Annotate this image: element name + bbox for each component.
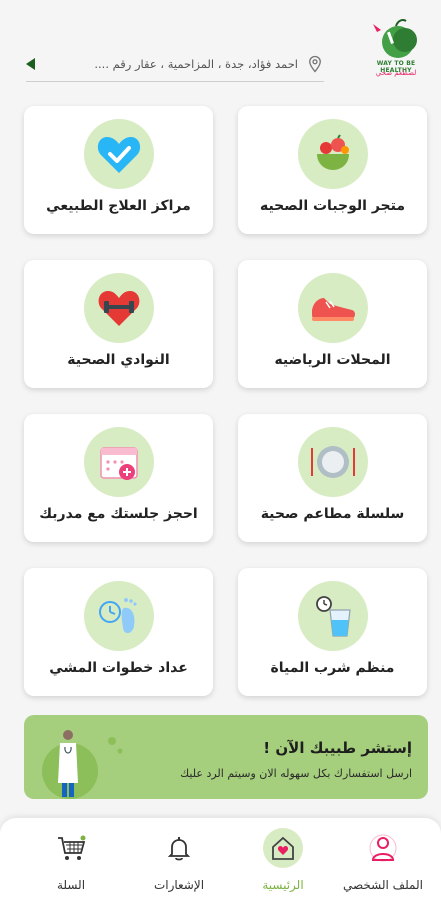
service-card-trainer-session[interactable]: احجز جلستك مع مدربك [24, 414, 213, 542]
logo-text-ar: لصطعم صحي [375, 69, 417, 77]
back-arrow-icon[interactable] [26, 57, 35, 70]
nav-label: الرئيسية [262, 878, 304, 892]
consult-description: ارسل استفسارك بكل سهوله الان وسيتم الرد … [180, 767, 412, 780]
calendar-add-icon [84, 427, 154, 497]
service-card-restaurants[interactable]: سلسلة مطاعم صحية [238, 414, 427, 542]
profile-icon [363, 828, 403, 868]
cart-icon [51, 828, 91, 868]
nav-item-cart[interactable]: السلة [21, 828, 121, 898]
service-label: متجر الوجبات الصحيه [259, 198, 406, 214]
nav-item-profile[interactable]: الملف الشخصي [333, 828, 433, 898]
service-label: المحلات الرياضيه [274, 352, 391, 368]
bell-icon [159, 828, 199, 868]
consult-doctor-banner[interactable]: إستشر طبيبك الآن ! ارسل استفسارك بكل سهو… [24, 715, 428, 799]
location-text: احمد فؤاد، جدة ، المزاحمية ، عقار رقم ..… [94, 56, 298, 71]
plate-fork-knife-icon [298, 427, 368, 497]
service-label: سلسلة مطاعم صحية [260, 506, 405, 522]
service-card-healthy-meals[interactable]: متجر الوجبات الصحيه [238, 106, 427, 234]
home-heart-icon [263, 828, 303, 868]
location-selector[interactable]: احمد فؤاد، جدة ، المزاحمية ، عقار رقم ..… [26, 46, 324, 82]
sneaker-icon [298, 273, 368, 343]
dumbbell-heart-icon [84, 273, 154, 343]
service-card-health-clubs[interactable]: النوادي الصحية [24, 260, 213, 388]
service-card-water-reminder[interactable]: منظم شرب المياة [238, 568, 427, 696]
water-glass-timer-icon [298, 581, 368, 651]
app-logo: WAY TO BE HEALTHY لصطعم صحي [365, 16, 427, 86]
nav-item-home[interactable]: الرئيسية [233, 828, 333, 898]
nav-label: الملف الشخصي [343, 878, 423, 892]
location-pin-icon [309, 55, 321, 73]
consult-title: إستشر طبيبك الآن ! [263, 739, 412, 757]
header: WAY TO BE HEALTHY لصطعم صحي احمد فؤاد، ج… [0, 0, 441, 90]
nav-label: الإشعارات [153, 878, 205, 892]
service-label: احجز جلستك مع مدربك [39, 506, 198, 522]
heart-check-icon [84, 119, 154, 189]
healthy-food-bowl-icon [298, 119, 368, 189]
service-card-physio-centers[interactable]: مراكز العلاج الطبيعي [24, 106, 213, 234]
nav-item-notifications[interactable]: الإشعارات [129, 828, 229, 898]
service-label: النوادي الصحية [67, 352, 170, 368]
bottom-navigation: الملف الشخصي الرئيسية الإشعارات السلة [0, 818, 441, 900]
footstep-counter-icon [84, 581, 154, 651]
service-card-sports-shops[interactable]: المحلات الرياضيه [238, 260, 427, 388]
service-label: مراكز العلاج الطبيعي [46, 198, 191, 214]
nav-label: السلة [56, 878, 86, 892]
service-label: عداد خطوات المشي [49, 660, 188, 676]
service-label: منظم شرب المياة [270, 660, 395, 676]
doctor-illustration [42, 730, 123, 799]
service-card-step-counter[interactable]: عداد خطوات المشي [24, 568, 213, 696]
